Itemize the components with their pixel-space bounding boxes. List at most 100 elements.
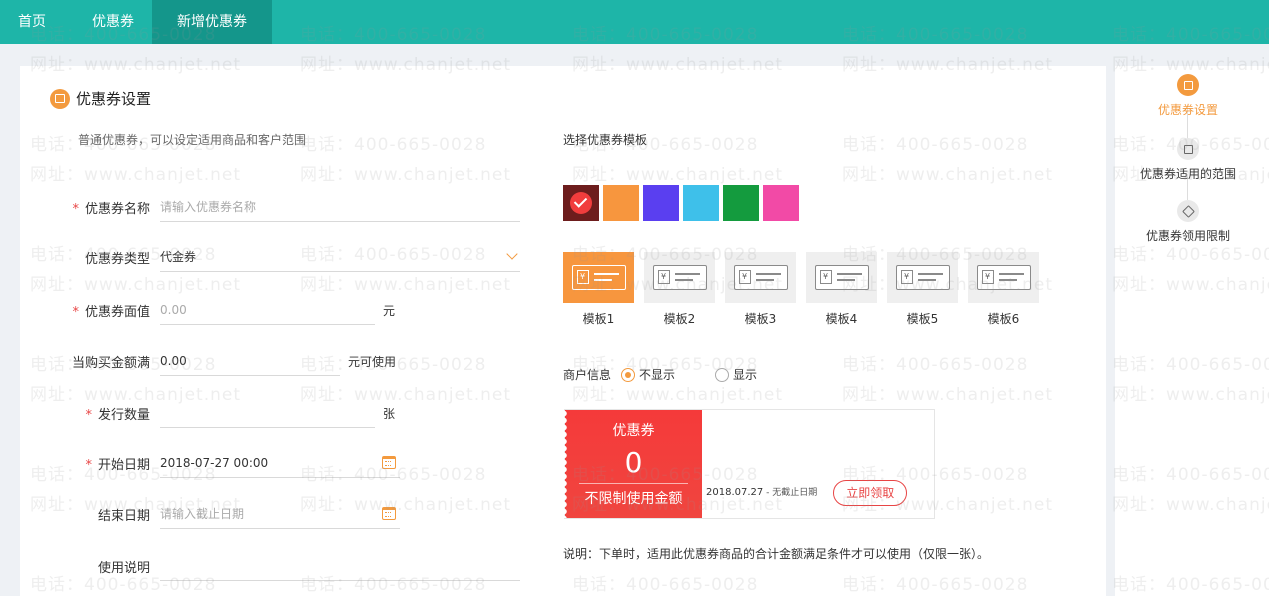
coupon-preview: 优惠券 0 不限制使用金额 2018.07.27 - 无截止日期 立即领取	[564, 409, 935, 519]
template-thumbnail: ¥	[563, 252, 634, 303]
face-value-input[interactable]: 0.00	[160, 295, 375, 325]
radio-show-merchant[interactable]: 显示	[715, 366, 757, 383]
template-thumbnail: ¥	[887, 252, 958, 303]
row-face-value: * 优惠券面值 0.00 元	[68, 295, 395, 325]
template-name: 模板1	[582, 312, 615, 326]
radio-label: 显示	[733, 368, 758, 382]
face-value-unit: 元	[383, 303, 396, 318]
template-item[interactable]: ¥ 模板4	[806, 252, 877, 327]
quantity-input[interactable]	[160, 398, 375, 428]
threshold-label: 当购买金额满	[71, 355, 150, 371]
merchant-info: 商户信息 不显示 显示	[563, 366, 787, 383]
main-card: 优惠券设置 普通优惠券，可以设定适用商品和客户范围 * 优惠券名称 请输入优惠券名…	[20, 66, 1106, 596]
step-label: 优惠券领用限制	[1145, 229, 1230, 243]
step-coupon-scope[interactable]: 优惠券适用的范围	[1115, 138, 1261, 182]
coupon-type-value: 代金券	[160, 250, 197, 264]
end-date-placeholder: 请输入截止日期	[160, 507, 245, 521]
threshold-unit: 元可使用	[348, 354, 397, 369]
template-item[interactable]: ¥ 模板6	[968, 252, 1039, 327]
step-coupon-settings[interactable]: 优惠券设置	[1115, 74, 1261, 118]
color-swatch[interactable]	[603, 185, 639, 221]
quantity-label: * 发行数量	[85, 407, 150, 423]
start-date-label: * 开始日期	[85, 457, 150, 473]
template-thumbnail: ¥	[725, 252, 796, 303]
color-swatch[interactable]	[763, 185, 799, 221]
row-usage: 使用说明	[68, 551, 520, 581]
coupon-preview-info: 2018.07.27 - 无截止日期 立即领取	[702, 410, 908, 518]
usage-note: 说明：下单时，适用此优惠券商品的合计金额满足条件才可以使用（仅限一张）。	[563, 547, 990, 561]
ticket-icon: ¥	[652, 265, 707, 290]
template-thumbnail: ¥	[968, 252, 1039, 303]
tab-home[interactable]: 首页	[0, 0, 64, 44]
color-swatches	[563, 185, 799, 221]
coupon-type-label: 优惠券类型	[84, 251, 150, 267]
template-name: 模板3	[744, 312, 777, 326]
section-title-text: 优惠券设置	[76, 90, 152, 108]
coupon-preview-date: 2018.07.27 - 无截止日期	[706, 487, 818, 498]
color-swatch[interactable]	[723, 185, 759, 221]
coupon-settings-icon	[50, 88, 70, 109]
radio-label: 不显示	[639, 368, 676, 382]
ticket-icon: ¥	[733, 265, 788, 290]
template-name: 模板4	[825, 312, 858, 326]
start-date-input[interactable]: 2018-07-27 00:00	[160, 448, 400, 478]
template-item[interactable]: ¥ 模板1	[563, 252, 634, 327]
end-date-label: 结束日期	[97, 508, 150, 524]
template-name: 模板2	[663, 312, 696, 326]
section-title: 优惠券设置	[50, 88, 151, 109]
usage-label: 使用说明	[97, 560, 150, 576]
start-date-value: 2018-07-27 00:00	[160, 455, 269, 470]
tools-icon	[1177, 200, 1199, 222]
step-label: 优惠券设置	[1157, 103, 1218, 117]
step-label: 优惠券适用的范围	[1139, 167, 1236, 181]
calendar-icon[interactable]	[382, 456, 396, 469]
section-description: 普通优惠券，可以设定适用商品和客户范围	[78, 133, 307, 147]
ticket-icon: ¥	[895, 265, 950, 290]
template-item[interactable]: ¥ 模板5	[887, 252, 958, 327]
top-nav: 首页 优惠券 新增优惠券	[0, 0, 1269, 44]
template-name: 模板6	[987, 312, 1020, 326]
claim-button[interactable]: 立即领取	[833, 480, 908, 506]
row-start-date: * 开始日期 2018-07-27 00:00	[68, 448, 400, 478]
usage-input[interactable]	[160, 551, 520, 581]
color-swatch[interactable]	[683, 185, 719, 221]
step-coupon-limits[interactable]: 优惠券领用限制	[1115, 200, 1261, 244]
scope-icon	[1177, 138, 1199, 160]
coupon-name-input[interactable]: 请输入优惠券名称	[160, 192, 520, 222]
tab-coupons[interactable]: 优惠券	[64, 0, 152, 44]
row-coupon-type: 优惠券类型 代金券	[68, 242, 520, 272]
step-navigator: 优惠券设置 优惠券适用的范围 优惠券领用限制	[1115, 66, 1269, 596]
template-title: 选择优惠券模板	[563, 133, 648, 147]
ticket-icon: ¥	[571, 265, 626, 290]
check-icon	[570, 192, 592, 214]
template-item[interactable]: ¥ 模板3	[725, 252, 796, 327]
ticket-icon: ¥	[976, 265, 1031, 290]
coupon-preview-condition: 不限制使用金额	[584, 491, 683, 507]
template-thumbnail: ¥	[644, 252, 715, 303]
row-end-date: 结束日期 请输入截止日期	[68, 499, 400, 529]
end-date-input[interactable]: 请输入截止日期	[160, 499, 400, 529]
row-threshold: 当购买金额满 0.00 元可使用	[68, 346, 396, 376]
coupon-icon	[1177, 74, 1199, 96]
threshold-input[interactable]: 0.00	[160, 346, 340, 376]
ticket-icon: ¥	[814, 265, 869, 290]
template-item[interactable]: ¥ 模板2	[644, 252, 715, 327]
calendar-icon[interactable]	[382, 507, 396, 520]
coupon-preview-left: 优惠券 0 不限制使用金额	[564, 410, 702, 518]
coupon-type-select[interactable]: 代金券	[160, 242, 520, 272]
coupon-preview-amount: 0	[624, 446, 643, 479]
template-thumbnail: ¥	[806, 252, 877, 303]
tab-new-coupon[interactable]: 新增优惠券	[152, 0, 272, 44]
color-swatch[interactable]	[563, 185, 599, 221]
merchant-info-label: 商户信息	[563, 368, 612, 382]
color-swatch[interactable]	[643, 185, 679, 221]
face-value-label: * 优惠券面值	[72, 304, 150, 320]
row-coupon-name: * 优惠券名称 请输入优惠券名称	[68, 192, 520, 222]
chevron-down-icon	[506, 248, 518, 260]
coupon-preview-title: 优惠券	[612, 423, 655, 439]
template-list: ¥ 模板1 ¥ 模板2 ¥ 模板3 ¥ 模板4 ¥ 模板5 ¥ 模板6	[563, 252, 1039, 327]
radio-hide-merchant[interactable]: 不显示	[621, 366, 675, 383]
quantity-unit: 张	[383, 406, 396, 421]
coupon-name-label: * 优惠券名称	[72, 201, 150, 217]
template-name: 模板5	[906, 312, 939, 326]
